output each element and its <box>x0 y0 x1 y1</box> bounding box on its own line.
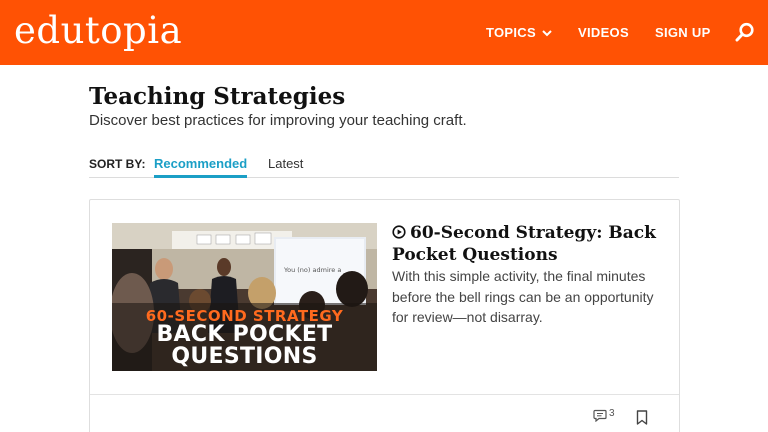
article-description: With this simple activity, the final min… <box>392 268 654 325</box>
edutopia-logo[interactable]: edutopia <box>14 8 182 54</box>
article-card: You (no) admire a ___. 60-SECOND STRATEG… <box>89 199 680 432</box>
nav-topics-label: TOPICS <box>486 25 536 40</box>
nav-topics[interactable]: TOPICS <box>486 25 552 40</box>
sort-by-label: SORT BY: <box>89 157 146 171</box>
nav-signup[interactable]: SIGN UP <box>655 25 711 40</box>
site-header: edutopia TOPICS VIDEOS SIGN UP <box>0 0 768 65</box>
page-subtitle: Discover best practices for improving yo… <box>89 112 467 129</box>
comment-count: 3 <box>609 408 615 419</box>
comment-icon <box>593 409 607 422</box>
comments-link[interactable]: 3 <box>593 409 615 422</box>
sort-tab-latest[interactable]: Latest <box>268 156 303 171</box>
article-thumbnail[interactable]: You (no) admire a ___. 60-SECOND STRATEG… <box>112 223 377 371</box>
sort-bar: SORT BY: Recommended Latest <box>89 155 679 178</box>
article-title-text: 60-Second Strategy: Back Pocket Question… <box>392 223 656 265</box>
sort-tab-recommended[interactable]: Recommended <box>154 156 248 178</box>
nav-videos[interactable]: VIDEOS <box>578 25 629 40</box>
card-divider <box>90 394 679 395</box>
page-title: Teaching Strategies <box>89 83 346 110</box>
thumbnail-overlay-line3: QUESTIONS <box>171 344 318 369</box>
search-icon[interactable] <box>735 22 755 42</box>
play-circle-icon <box>392 225 406 239</box>
chevron-down-icon <box>542 29 552 36</box>
article-title[interactable]: 60-Second Strategy: Back Pocket Question… <box>392 222 662 266</box>
board-text: You (no) admire a ___. <box>283 266 355 274</box>
bookmark-icon[interactable] <box>636 410 648 425</box>
